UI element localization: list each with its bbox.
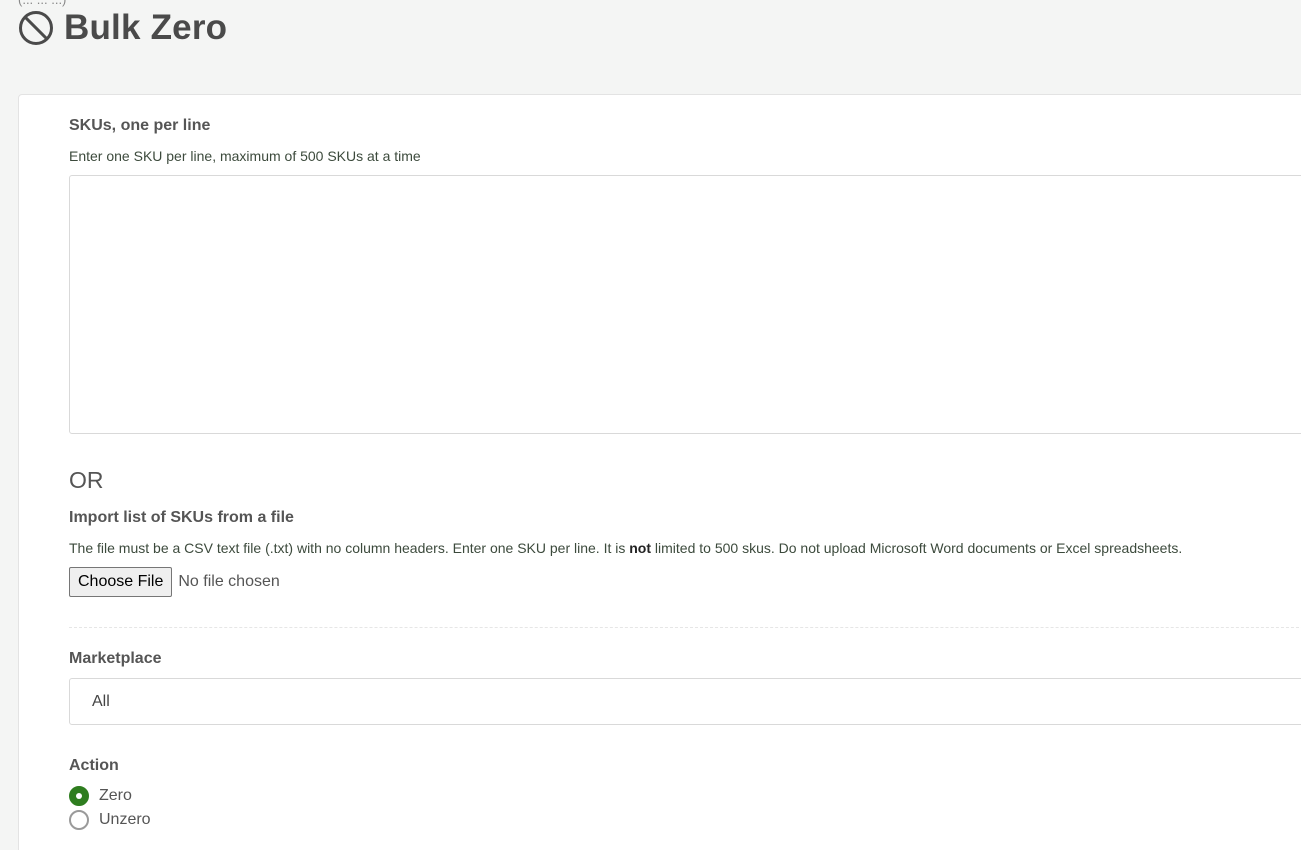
page: (... ... ...) Bulk Zero SKUs, one per li…: [0, 0, 1301, 850]
import-help-after: limited to 500 skus. Do not upload Micro…: [651, 540, 1183, 556]
page-title: Bulk Zero: [64, 8, 228, 47]
radio-label-zero: Zero: [99, 787, 132, 804]
action-label: Action: [69, 757, 119, 774]
skus-textarea[interactable]: [69, 175, 1301, 434]
radio-label-unzero: Unzero: [99, 811, 151, 828]
page-header: Bulk Zero: [18, 8, 227, 48]
radio-button-zero[interactable]: [69, 786, 89, 806]
or-separator: OR: [69, 467, 104, 493]
radio-option-zero[interactable]: Zero: [69, 786, 132, 806]
prohibited-icon: [18, 10, 54, 46]
file-status: No file chosen: [178, 573, 280, 590]
section-divider: [69, 627, 1301, 628]
marketplace-selected-value: All: [92, 692, 110, 710]
breadcrumb[interactable]: (... ... ...): [18, 0, 66, 7]
import-help-text: The file must be a CSV text file (.txt) …: [69, 540, 1182, 556]
radio-button-unzero[interactable]: [69, 810, 89, 830]
marketplace-select[interactable]: All: [69, 678, 1301, 725]
skus-label: SKUs, one per line: [69, 117, 211, 134]
import-label: Import list of SKUs from a file: [69, 509, 294, 526]
skus-help-text: Enter one SKU per line, maximum of 500 S…: [69, 148, 421, 164]
import-help-before: The file must be a CSV text file (.txt) …: [69, 540, 630, 556]
choose-file-button[interactable]: Choose File: [69, 567, 173, 597]
import-help-bold: not: [629, 540, 652, 556]
marketplace-label: Marketplace: [69, 650, 162, 667]
file-input: Choose File No file chosen: [69, 567, 280, 597]
radio-option-unzero[interactable]: Unzero: [69, 810, 151, 830]
form-card: SKUs, one per line Enter one SKU per lin…: [18, 94, 1301, 850]
